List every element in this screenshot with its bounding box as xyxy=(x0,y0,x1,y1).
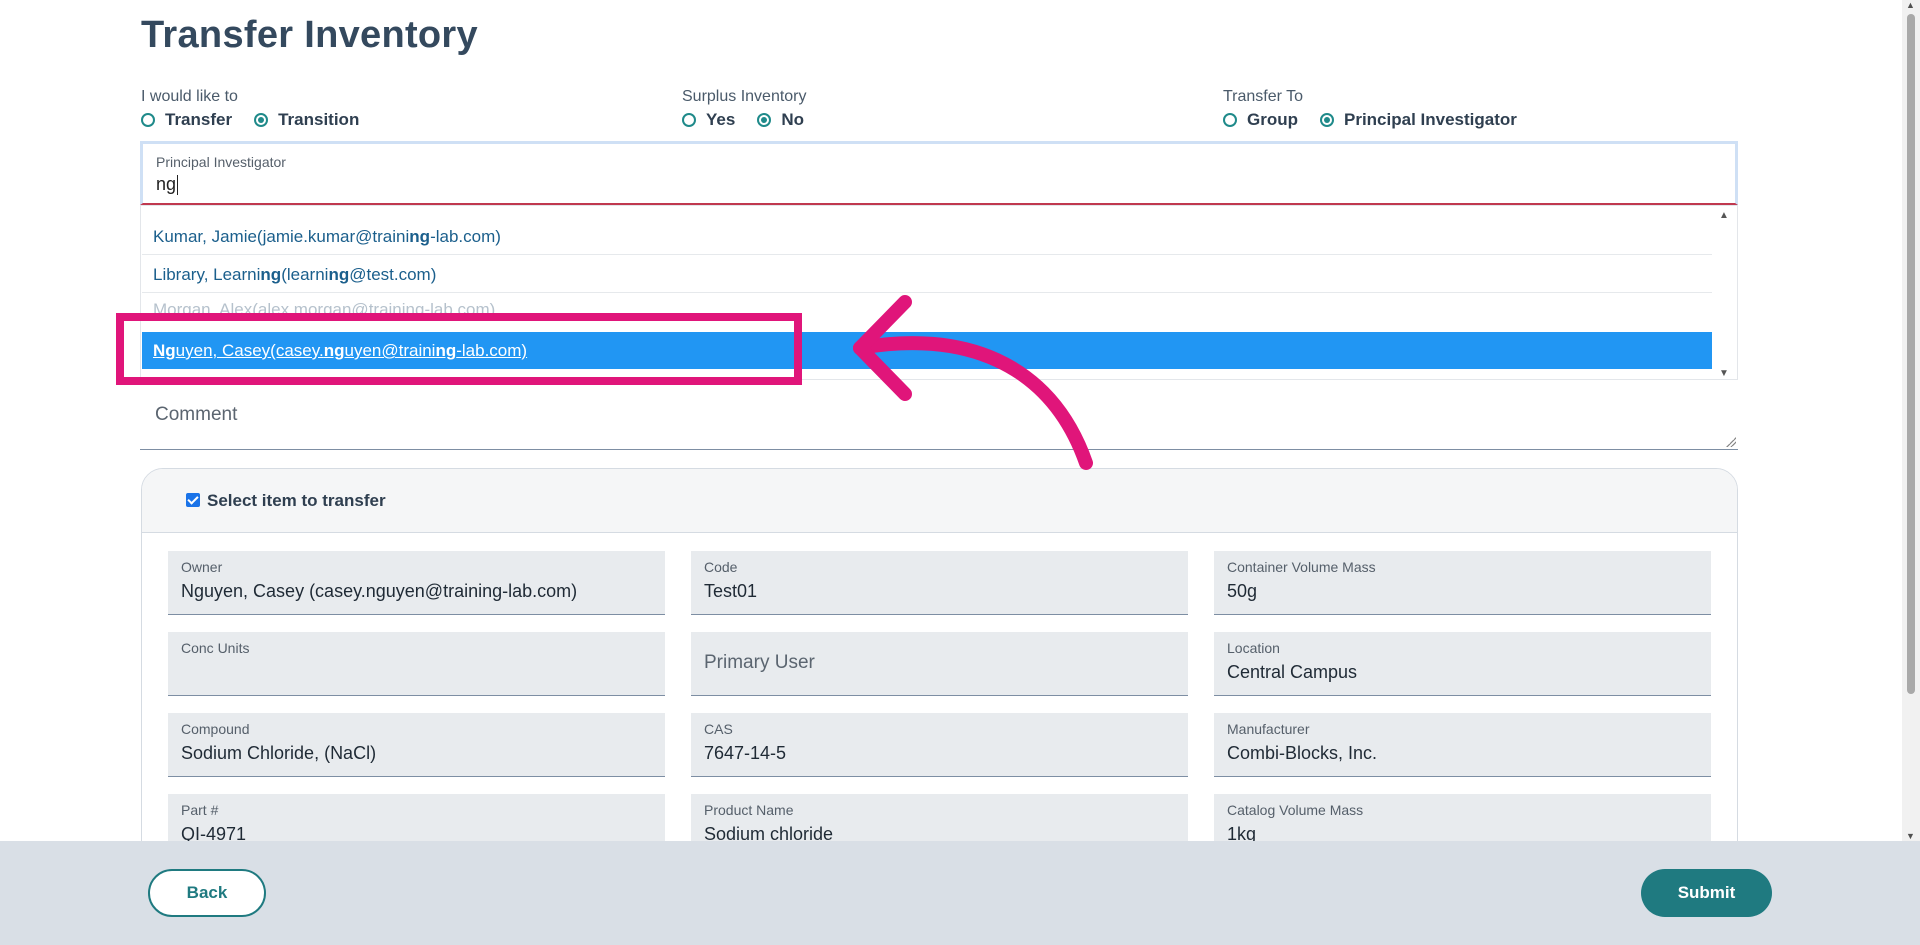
item-card: Select item to transfer Owner Nguyen, Ca… xyxy=(141,468,1738,888)
code-field[interactable]: Code Test01 xyxy=(691,551,1188,615)
select-item-checkbox[interactable] xyxy=(186,492,200,507)
field-label: Container Volume Mass xyxy=(1227,559,1376,575)
field-label: Owner xyxy=(181,559,223,575)
field-value: 7647-14-5 xyxy=(704,743,787,763)
transfer-to-radio-group: Transfer To Group Principal Investigator xyxy=(1223,88,1539,130)
suggestion-item[interactable]: Kumar, Jamie(jamie.kumar@training-lab.co… xyxy=(142,218,1712,255)
radio-circle-icon xyxy=(682,113,696,127)
field-label: Manufacturer xyxy=(1227,721,1310,737)
intent-label: I would like to xyxy=(141,88,238,105)
field-value: Test01 xyxy=(704,581,758,601)
conc-units-field[interactable]: Conc Units xyxy=(168,632,665,696)
pi-field-value: ng xyxy=(156,174,179,196)
container-volume-mass-field[interactable]: Container Volume Mass 50g xyxy=(1214,551,1711,615)
pi-field-label: Principal Investigator xyxy=(156,154,286,170)
field-label: Location xyxy=(1227,640,1280,656)
field-label: CAS xyxy=(704,721,733,737)
item-card-header: Select item to transfer xyxy=(142,469,1737,533)
radio-transition-label: Transition xyxy=(278,110,360,129)
select-item-label: Select item to transfer xyxy=(207,490,386,510)
radio-yes[interactable]: Yes xyxy=(682,110,735,130)
field-value: Nguyen, Casey (casey.nguyen@training-lab… xyxy=(181,581,578,601)
radio-checked-icon xyxy=(757,113,772,127)
principal-investigator-input[interactable]: Principal Investigator ng xyxy=(140,141,1738,205)
comment-placeholder: Comment xyxy=(155,404,238,425)
footer-bar: Back Submit xyxy=(0,841,1920,945)
radio-transition[interactable]: Transition xyxy=(254,110,359,130)
compound-field[interactable]: Compound Sodium Chloride, (NaCl) xyxy=(168,713,665,777)
field-label: Part # xyxy=(181,802,219,818)
radio-checked-icon xyxy=(254,113,269,127)
triangle-up-icon[interactable]: ▲ xyxy=(1719,210,1729,221)
field-value: Combi-Blocks, Inc. xyxy=(1227,743,1378,763)
manufacturer-field[interactable]: Manufacturer Combi-Blocks, Inc. xyxy=(1214,713,1711,777)
triangle-down-icon[interactable]: ▼ xyxy=(1906,831,1915,841)
cas-field[interactable]: CAS 7647-14-5 xyxy=(691,713,1188,777)
triangle-up-icon[interactable]: ▲ xyxy=(1906,0,1915,10)
intent-radio-group: I would like to Transfer Transition xyxy=(141,88,381,130)
comment-textarea[interactable]: Comment xyxy=(140,392,1738,450)
triangle-down-icon[interactable]: ▼ xyxy=(1719,368,1729,379)
field-label: Compound xyxy=(181,721,250,737)
autocomplete-dropdown[interactable]: Kumar, Jamie(jamie.kumar@training-lab.co… xyxy=(140,205,1738,380)
page-title: Transfer Inventory xyxy=(141,14,478,56)
back-button[interactable]: Back xyxy=(148,869,266,917)
scrollbar-thumb[interactable] xyxy=(1907,14,1915,694)
text-caret xyxy=(177,175,179,196)
radio-no[interactable]: No xyxy=(757,110,804,130)
field-placeholder: Primary User xyxy=(704,652,815,673)
surplus-label: Surplus Inventory xyxy=(682,88,807,105)
field-label: Conc Units xyxy=(181,640,250,656)
owner-field[interactable]: Owner Nguyen, Casey (casey.nguyen@traini… xyxy=(168,551,665,615)
field-label: Code xyxy=(704,559,738,575)
field-label: Catalog Volume Mass xyxy=(1227,802,1364,818)
field-value: Central Campus xyxy=(1227,662,1358,682)
field-value: Sodium Chloride, (NaCl) xyxy=(181,743,377,763)
page-scrollbar[interactable]: ▲ ▼ xyxy=(1902,0,1920,841)
submit-button[interactable]: Submit xyxy=(1641,869,1772,917)
suggestion-item-selected[interactable]: Nguyen, Casey(casey.nguyen@training-lab.… xyxy=(142,332,1712,369)
radio-yes-label: Yes xyxy=(706,110,736,129)
suggestion-item[interactable]: Morgan, Alex(alex.morgan@training-lab.co… xyxy=(142,301,1712,323)
radio-pi-label: Principal Investigator xyxy=(1344,110,1517,129)
transfer-to-label: Transfer To xyxy=(1223,88,1304,105)
radio-checked-icon xyxy=(1320,113,1334,127)
radio-principal-investigator[interactable]: Principal Investigator xyxy=(1320,110,1517,130)
radio-transfer-label: Transfer xyxy=(165,110,233,129)
suggestion-item[interactable]: Library, Learning(learning@test.com) xyxy=(142,256,1712,293)
radio-transfer[interactable]: Transfer xyxy=(141,110,232,130)
primary-user-field[interactable]: Primary User xyxy=(691,632,1188,696)
field-label: Product Name xyxy=(704,802,794,818)
radio-group-label: Group xyxy=(1247,110,1298,129)
radio-circle-icon xyxy=(141,113,155,127)
dropdown-scrollbar[interactable]: ▲ ▼ xyxy=(1717,206,1731,379)
radio-group[interactable]: Group xyxy=(1223,110,1298,130)
radio-no-label: No xyxy=(781,110,804,129)
resize-handle-icon[interactable] xyxy=(1726,437,1736,447)
location-field[interactable]: Location Central Campus xyxy=(1214,632,1711,696)
pi-typed-text: ng xyxy=(156,174,177,194)
radio-circle-icon xyxy=(1223,113,1237,127)
field-value: 50g xyxy=(1227,581,1258,601)
surplus-radio-group: Surplus Inventory Yes No xyxy=(682,88,826,130)
